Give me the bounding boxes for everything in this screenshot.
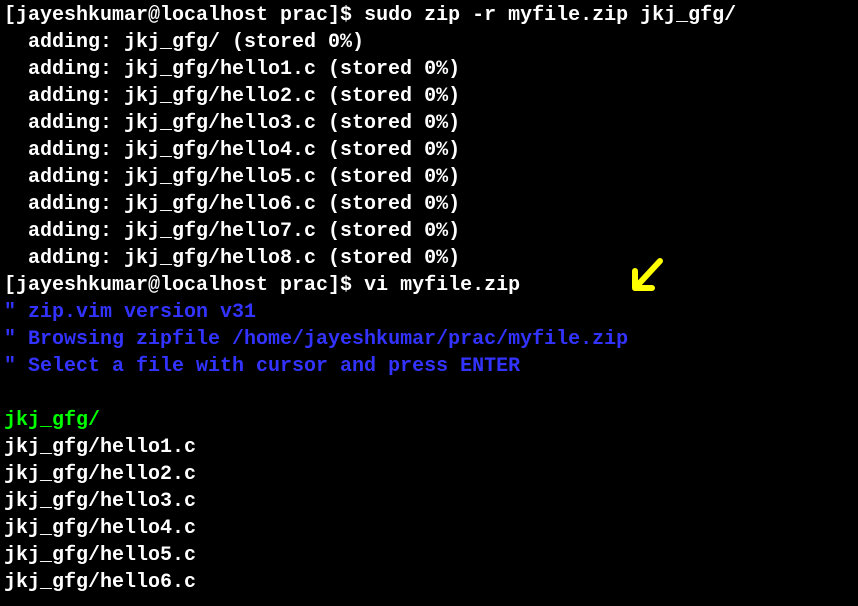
zip-output-line: adding: jkj_gfg/hello7.c (stored 0%) [4, 218, 854, 245]
command-1: sudo zip -r myfile.zip jkj_gfg/ [364, 4, 736, 27]
file-entry[interactable]: jkj_gfg/hello6.c [4, 569, 854, 596]
zip-output-line: adding: jkj_gfg/hello2.c (stored 0%) [4, 83, 854, 110]
dir-entry[interactable]: jkj_gfg/ [4, 407, 854, 434]
file-entry[interactable]: jkj_gfg/hello4.c [4, 515, 854, 542]
file-entry[interactable]: jkj_gfg/hello3.c [4, 488, 854, 515]
zip-output-line: adding: jkj_gfg/hello3.c (stored 0%) [4, 110, 854, 137]
zip-output-line: adding: jkj_gfg/hello1.c (stored 0%) [4, 56, 854, 83]
vim-header-line: " Browsing zipfile /home/jayeshkumar/pra… [4, 326, 854, 353]
prompt-1: [jayeshkumar@localhost prac]$ [4, 4, 364, 27]
zip-output-line: adding: jkj_gfg/hello4.c (stored 0%) [4, 137, 854, 164]
file-entry[interactable]: jkj_gfg/hello2.c [4, 461, 854, 488]
zip-output-line: adding: jkj_gfg/ (stored 0%) [4, 29, 854, 56]
vim-header-line: " zip.vim version v31 [4, 299, 854, 326]
zip-output-line: adding: jkj_gfg/hello5.c (stored 0%) [4, 164, 854, 191]
file-entry[interactable]: jkj_gfg/hello1.c [4, 434, 854, 461]
vim-header-line: " Select a file with cursor and press EN… [4, 353, 854, 380]
zip-output-line: adding: jkj_gfg/hello6.c (stored 0%) [4, 191, 854, 218]
prompt-line-2[interactable]: [jayeshkumar@localhost prac]$ vi myfile.… [4, 272, 854, 299]
zip-output-line: adding: jkj_gfg/hello8.c (stored 0%) [4, 245, 854, 272]
blank-line [4, 380, 854, 407]
command-2: vi myfile.zip [364, 274, 520, 297]
file-entry[interactable]: jkj_gfg/hello5.c [4, 542, 854, 569]
prompt-2: [jayeshkumar@localhost prac]$ [4, 274, 364, 297]
prompt-line-1[interactable]: [jayeshkumar@localhost prac]$ sudo zip -… [4, 2, 854, 29]
